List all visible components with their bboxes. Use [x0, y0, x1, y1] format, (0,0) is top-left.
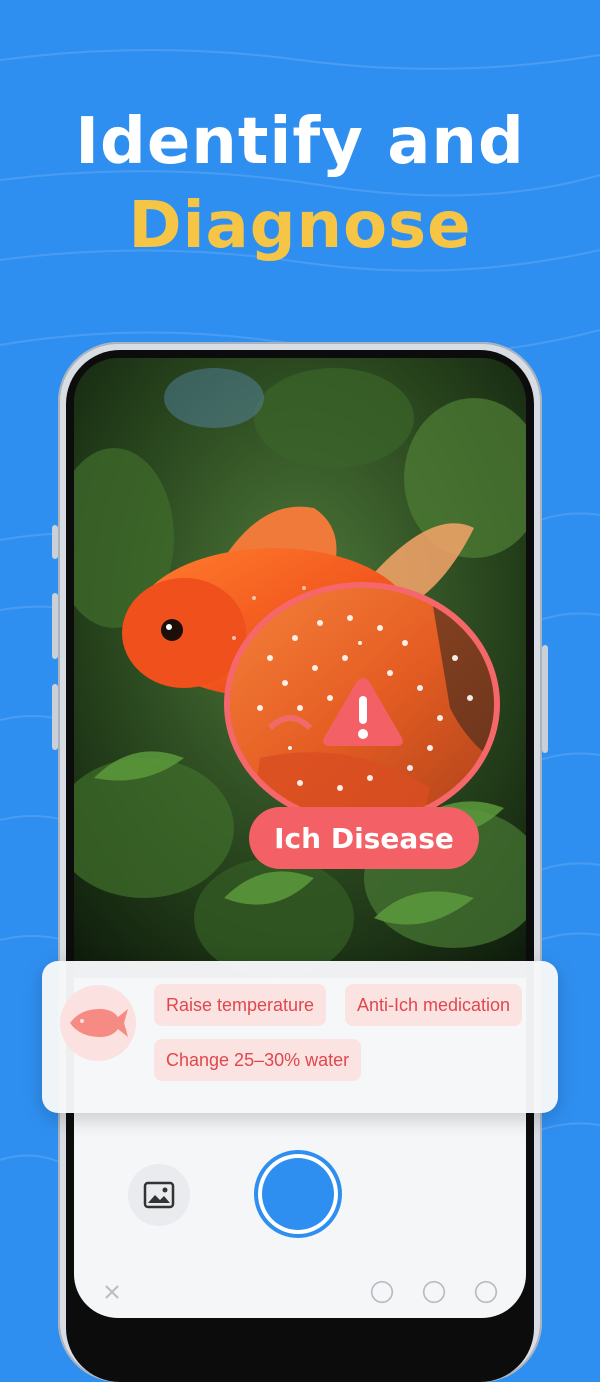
refresh-icon[interactable] — [472, 1280, 500, 1304]
treatment-tag-anti-ich-medication: Anti-Ich medication — [345, 984, 523, 1026]
headline-line-1: Identify and — [75, 105, 525, 179]
fish-avatar — [60, 985, 136, 1061]
side-button-volume-up — [52, 593, 58, 659]
close-icon[interactable] — [102, 1280, 122, 1304]
shutter-inner — [262, 1158, 334, 1230]
treatment-tag-change-water: Change 25–30% water — [154, 1039, 362, 1081]
side-button-power — [542, 645, 548, 753]
headline-line-2: Diagnose — [128, 189, 472, 263]
help-icon[interactable] — [368, 1280, 396, 1304]
diagnosis-badge: Ich Disease — [249, 807, 479, 869]
infection-zoom-bubble — [224, 582, 500, 826]
flash-icon[interactable] — [420, 1280, 448, 1304]
side-button-silent — [52, 525, 58, 559]
image-icon — [143, 1181, 175, 1209]
treatment-tag-raise-temperature: Raise temperature — [154, 984, 327, 1026]
side-button-volume-down — [52, 684, 58, 750]
warning-icon — [323, 678, 403, 746]
fish-icon — [70, 1009, 128, 1037]
shutter-button[interactable] — [254, 1150, 342, 1238]
gallery-button[interactable] — [128, 1164, 190, 1226]
headline: Identify and Diagnose — [0, 100, 600, 268]
treatment-card: Raise temperature Anti-Ich medication Ch… — [42, 961, 558, 1113]
